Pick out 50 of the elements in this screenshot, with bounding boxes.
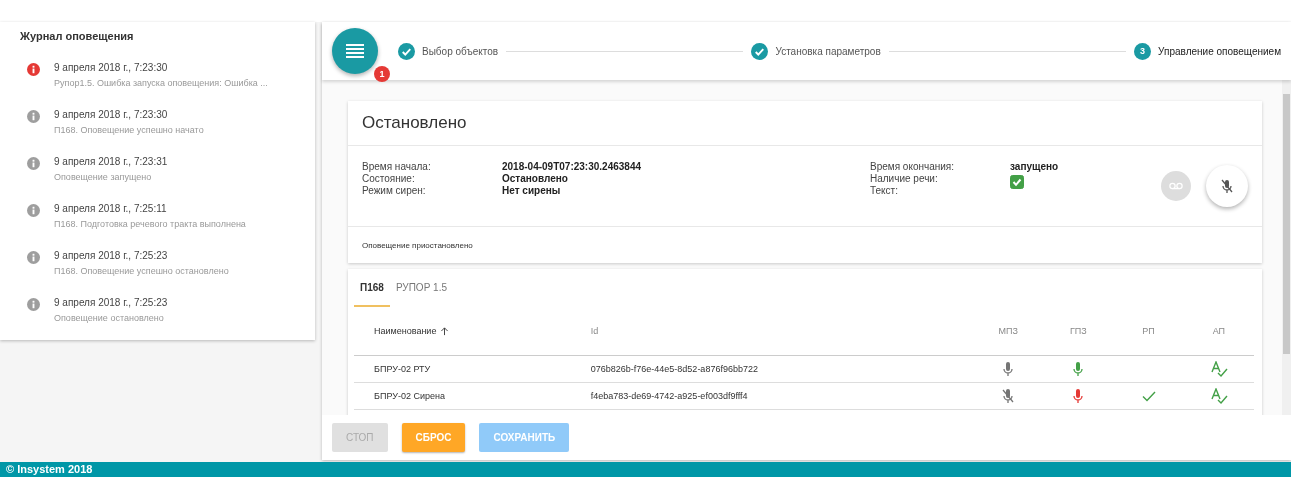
menu-icon: [346, 43, 364, 59]
log-message: П168. Оповещение успешно начато: [54, 125, 204, 135]
field-label: Состояние:: [362, 172, 416, 184]
voicemail-icon: [1169, 182, 1183, 190]
table-cell: БПРУ-02 РТУ: [374, 364, 431, 374]
log-message: П168. Подготовка речевого тракта выполнена: [54, 219, 246, 229]
log-time: 9 апреля 2018 г., 7:25:23: [54, 250, 169, 261]
tab[interactable]: РУПОР 1.5: [389, 272, 453, 307]
log-time: 9 апреля 2018 г., 7:23:30: [54, 62, 169, 73]
table-cell: БПРУ-02 Сирена: [374, 391, 445, 401]
log-time: 9 апреля 2018 г., 7:25:11: [54, 203, 168, 214]
column-header: РП: [1142, 326, 1155, 336]
log-message: Оповещение остановлено: [54, 313, 165, 323]
copyright-text: © Insystem 2018: [6, 463, 93, 475]
step-label: Выбор объектов: [422, 45, 499, 57]
field-value: Нет сирены: [502, 184, 561, 196]
log-time: 9 апреля 2018 г., 7:23:30: [54, 109, 169, 120]
tab[interactable]: П168: [354, 272, 390, 307]
field-label: Время окончания:: [870, 160, 956, 172]
log-message: Оповещение запущено: [54, 172, 153, 182]
step-label: Управление оповещением: [1158, 45, 1281, 57]
column-header: АП: [1212, 326, 1226, 336]
column-header[interactable]: Наименование: [374, 326, 437, 336]
log-time: 9 апреля 2018 г., 7:25:23: [54, 297, 168, 308]
column-header: ГПЗ: [1070, 326, 1087, 336]
notification-badge: 1: [374, 66, 390, 82]
field-value: запущено: [1010, 160, 1059, 172]
field-label: Текст:: [870, 184, 899, 196]
field-value: 2018-04-09T07:23:30.2463844: [502, 160, 641, 172]
column-header: Id: [590, 326, 599, 336]
field-label: Режим сирен:: [362, 184, 427, 196]
column-header: МПЗ: [998, 326, 1018, 336]
log-message: П168. Оповещение успешно остановлено: [54, 266, 229, 276]
menu-button[interactable]: [332, 28, 378, 74]
scrollbar-thumb[interactable]: [1283, 94, 1290, 354]
log-title: Журнал оповещения: [20, 30, 135, 42]
mute-mic-button[interactable]: [1206, 165, 1248, 207]
table-cell: 076b826b-f76e-44e5-8d52-a876f96bb722: [590, 364, 758, 374]
table-cell: f4eba783-de69-4742-a925-ef003df9fff4: [590, 391, 748, 401]
field-value: Остановлено: [502, 172, 568, 184]
status-note: Оповещение приостановлено: [361, 240, 474, 252]
muted-mic-icon: [1219, 178, 1235, 194]
status-title: Остановлено: [348, 101, 1262, 146]
step-number: 3: [1134, 42, 1152, 60]
field-label: Наличие речи:: [870, 172, 939, 184]
log-message: Рупор1.5. Ошибка запуска оповещения: Ошибка ...: [54, 78, 268, 88]
field-label: Время начала:: [362, 160, 432, 172]
step-label: Установка параметров: [775, 45, 881, 57]
log-time: 9 апреля 2018 г., 7:23:31: [54, 156, 168, 167]
sort-arrow-icon: [440, 326, 450, 336]
